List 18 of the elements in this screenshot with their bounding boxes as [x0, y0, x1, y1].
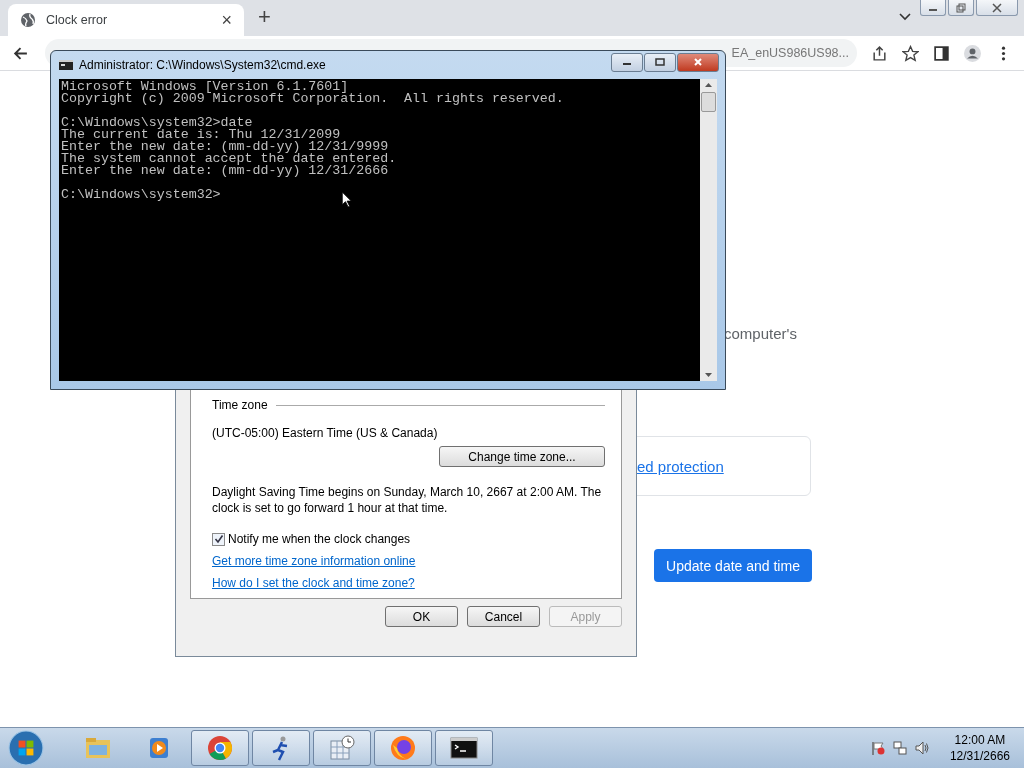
console-line: Copyright (c) 2009 Microsoft Corporation. All rights reserved.: [61, 93, 564, 105]
console-line: Enter the new date: (mm-dd-yy) 12/31/2666: [61, 165, 389, 177]
console-line: The system cannot accept the date entered.: [61, 153, 397, 165]
console-line: Microsoft Windows [Version 6.1.7601]: [61, 81, 349, 93]
clock-time: 12:00 AM: [954, 732, 1006, 748]
console-line: C:\Windows\system32>date: [61, 117, 253, 129]
section-title: Time zone: [212, 398, 268, 412]
console-line: The current date is: Thu 12/31/2099: [61, 129, 341, 141]
notify-label: Notify me when the clock changes: [228, 532, 411, 546]
body-text: computer's: [724, 325, 797, 342]
console-line: C:\Windows\system32>: [61, 189, 221, 201]
tab-title: Clock error: [46, 13, 109, 27]
console-line: Enter the new date: (mm-dd-yy) 12/31/9999: [61, 141, 389, 153]
dst-text: Daylight Saving Time begins on Sunday, March 10, 2667 at 2:00 AM. The clock is set to go forward 1 hour at that time.: [212, 484, 603, 516]
url-text: EA_enUS986US98...: [731, 46, 849, 60]
window-title: Administrator: C:\Windows\System32\cmd.exe: [79, 58, 327, 72]
time-zone-text: (UTC-05:00) Eastern Time (US & Canada): [212, 426, 439, 440]
clock-date: 12/31/2666: [949, 748, 1010, 764]
